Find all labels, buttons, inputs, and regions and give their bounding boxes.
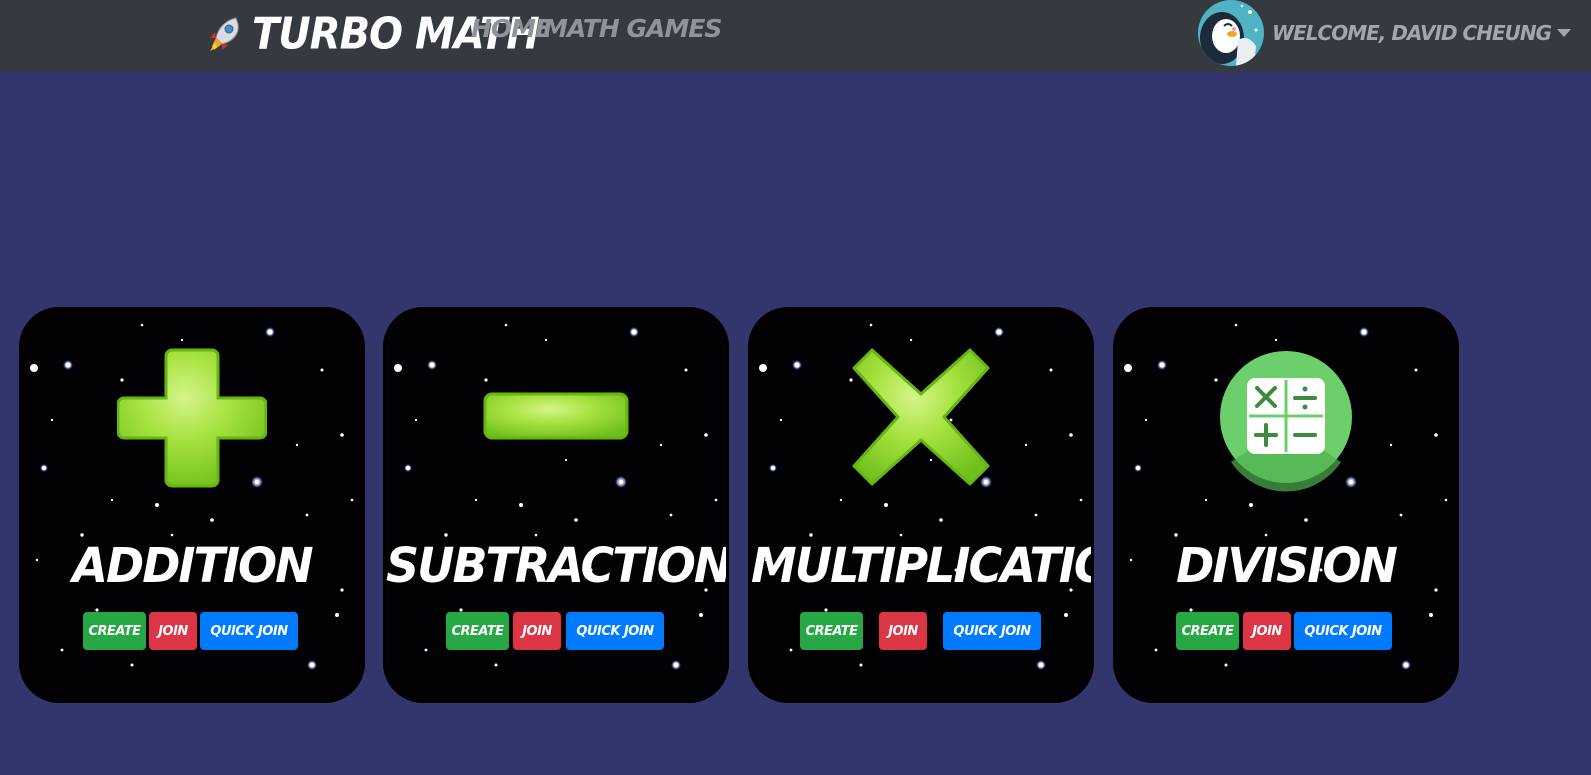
card-multiplication: MULTIPLICATION CREATE JOIN QUICK JOIN xyxy=(748,307,1094,703)
card-division: DIVISION CREATE JOIN QUICK JOIN xyxy=(1113,307,1459,703)
avatar xyxy=(1198,0,1265,66)
join-button[interactable]: JOIN xyxy=(149,612,197,650)
card-addition: ADDITION CREATE JOIN QUICK JOIN xyxy=(19,307,365,703)
plus-icon xyxy=(117,348,267,488)
create-button[interactable]: CREATE xyxy=(446,612,509,650)
card-title: MULTIPLICATION xyxy=(751,536,1091,594)
calculator-icon xyxy=(1220,351,1352,492)
join-button[interactable]: JOIN xyxy=(513,612,561,650)
quick-join-button[interactable]: QUICK JOIN xyxy=(943,612,1041,650)
create-button[interactable]: CREATE xyxy=(83,612,146,650)
times-icon xyxy=(852,348,990,486)
quick-join-button[interactable]: QUICK JOIN xyxy=(1294,612,1392,650)
card-actions: CREATE JOIN QUICK JOIN xyxy=(386,612,726,650)
chevron-down-icon xyxy=(1557,29,1571,37)
card-actions: CREATE JOIN QUICK JOIN xyxy=(751,612,1091,650)
create-button[interactable]: CREATE xyxy=(800,612,863,650)
navbar: TURBO MATH HOME MATH GAMES WELCOME, DAVI… xyxy=(0,0,1591,72)
join-button[interactable]: JOIN xyxy=(879,612,927,650)
nav-link-home[interactable]: HOME xyxy=(471,14,552,43)
card-title: ADDITION xyxy=(72,536,313,594)
join-button[interactable]: JOIN xyxy=(1243,612,1291,650)
card-subtraction: SUBTRACTION CREATE JOIN QUICK JOIN xyxy=(383,307,729,703)
nav-link-math-games[interactable]: MATH GAMES xyxy=(543,14,722,43)
minus-icon xyxy=(483,392,629,440)
user-menu[interactable]: WELCOME, DAVID CHEUNG xyxy=(1198,0,1571,66)
create-button[interactable]: CREATE xyxy=(1176,612,1239,650)
rocket-icon xyxy=(210,17,239,51)
card-actions: CREATE JOIN QUICK JOIN xyxy=(22,612,362,650)
quick-join-button[interactable]: QUICK JOIN xyxy=(566,612,664,650)
card-actions: CREATE JOIN QUICK JOIN xyxy=(1116,612,1456,650)
quick-join-button[interactable]: QUICK JOIN xyxy=(200,612,298,650)
welcome-text: WELCOME, DAVID CHEUNG xyxy=(1272,21,1552,45)
card-title: DIVISION xyxy=(1176,536,1398,594)
card-title: SUBTRACTION xyxy=(386,536,729,594)
